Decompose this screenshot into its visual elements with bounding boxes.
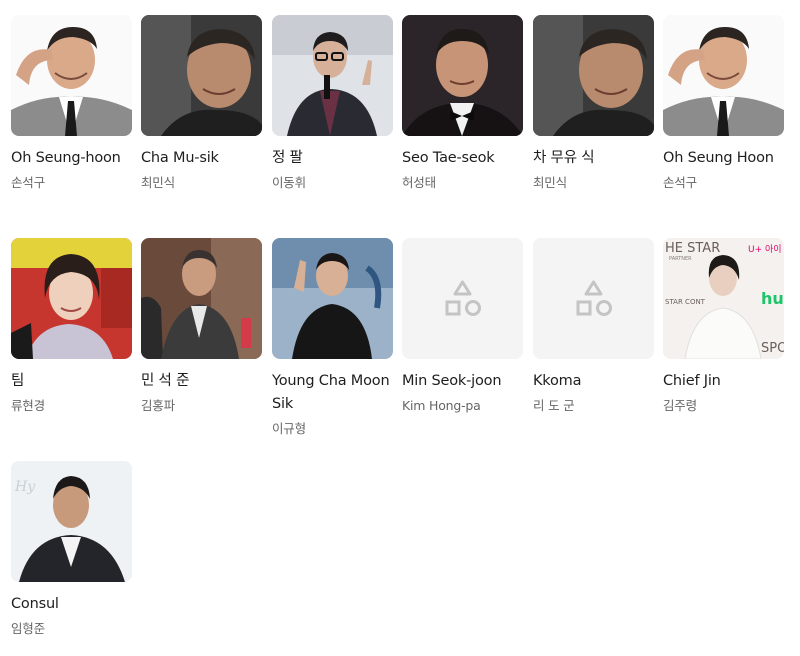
cast-photo[interactable] [11, 238, 132, 359]
cast-photo[interactable] [141, 15, 262, 136]
role-name: Kkoma [533, 373, 582, 389]
man-bowtie-photo [402, 15, 523, 136]
cast-card[interactable]: Young Cha Moon Sik 이규형 [272, 238, 394, 438]
cast-card[interactable]: 정 팔 이동휘 [272, 15, 394, 192]
watermark-text: Hy [14, 479, 36, 495]
watermark-text: HE STAR [665, 241, 720, 256]
role-name: Min Seok-joon [402, 373, 502, 389]
watermark-text: hu [761, 289, 784, 308]
actor-name: 최민식 [141, 175, 175, 190]
man-suit-white-photo: Hy [11, 461, 132, 582]
role-name: Seo Tae-seok [402, 150, 495, 166]
actor-name: 손석구 [663, 175, 697, 190]
cast-card[interactable]: 민 석 준 김홍파 [141, 238, 263, 415]
placeholder-shapes-icon [533, 238, 654, 359]
man-salute-photo [11, 15, 132, 136]
cast-card[interactable]: HE STAR PARTNER U+ 아이 hu STAR CONT SPO C… [663, 238, 785, 415]
cast-photo[interactable] [141, 238, 262, 359]
cast-photo[interactable] [663, 15, 784, 136]
cast-photo[interactable]: HE STAR PARTNER U+ 아이 hu STAR CONT SPO [663, 238, 784, 359]
role-name: Oh Seung Hoon [663, 150, 774, 166]
man-dark-photo [141, 15, 262, 136]
cast-photo[interactable] [402, 15, 523, 136]
cast-card[interactable]: Hy Consul 임형준 [11, 461, 133, 638]
cast-card[interactable]: 차 무유 식 최민식 [533, 15, 655, 192]
woman-event-photo: HE STAR PARTNER U+ 아이 hu STAR CONT SPO [663, 238, 784, 359]
role-name: Young Cha Moon Sik [272, 373, 390, 412]
cast-photo[interactable] [11, 15, 132, 136]
cast-photo[interactable] [533, 15, 654, 136]
actor-name: 류현경 [11, 398, 45, 413]
watermark-text: PARTNER [669, 256, 692, 262]
role-name: Cha Mu-sik [141, 150, 219, 166]
man-suit-room-photo [141, 238, 262, 359]
watermark-text: SPO [761, 341, 784, 356]
actor-name: 김주령 [663, 398, 697, 413]
cast-photo[interactable] [272, 238, 393, 359]
actor-name: Kim Hong-pa [402, 398, 481, 413]
placeholder-shapes-icon [402, 238, 523, 359]
cast-photo[interactable]: Hy [11, 461, 132, 582]
man-dark-photo [533, 15, 654, 136]
cast-grid: Oh Seung-hoon 손석구 Cha Mu-sik 최민식 정 팔 이동휘… [0, 0, 800, 656]
cast-photo-placeholder[interactable] [402, 238, 523, 359]
actor-name: 리 도 군 [533, 398, 575, 413]
actor-name: 허성태 [402, 175, 436, 190]
actor-name: 이동휘 [272, 175, 306, 190]
watermark-text: STAR CONT [665, 298, 706, 306]
cast-card[interactable]: Seo Tae-seok 허성태 [402, 15, 524, 192]
cast-card[interactable]: Kkoma 리 도 군 [533, 238, 655, 415]
cast-card[interactable]: Oh Seung-hoon 손석구 [11, 15, 133, 192]
role-name: 민 석 준 [141, 373, 190, 389]
role-name: 팀 [11, 373, 25, 389]
actor-name: 손석구 [11, 175, 45, 190]
cast-photo-placeholder[interactable] [533, 238, 654, 359]
role-name: Consul [11, 596, 59, 612]
role-name: Oh Seung-hoon [11, 150, 121, 166]
cast-card[interactable]: Cha Mu-sik 최민식 [141, 15, 263, 192]
role-name: 차 무유 식 [533, 150, 595, 166]
cast-card[interactable]: 팀 류현경 [11, 238, 133, 415]
cast-card[interactable]: Oh Seung Hoon 손석구 [663, 15, 785, 192]
cast-photo[interactable] [272, 15, 393, 136]
man-salute-photo [663, 15, 784, 136]
actor-name: 이규형 [272, 421, 306, 436]
role-name: 정 팔 [272, 150, 303, 166]
woman-red-photo [11, 238, 132, 359]
actor-name: 김홍파 [141, 398, 175, 413]
man-wave-photo [272, 238, 393, 359]
role-name: Chief Jin [663, 373, 721, 389]
man-microphone-photo [272, 15, 393, 136]
actor-name: 최민식 [533, 175, 567, 190]
actor-name: 임형준 [11, 621, 45, 636]
cast-card[interactable]: Min Seok-joon Kim Hong-pa [402, 238, 524, 415]
watermark-text: U+ 아이 [748, 244, 782, 255]
